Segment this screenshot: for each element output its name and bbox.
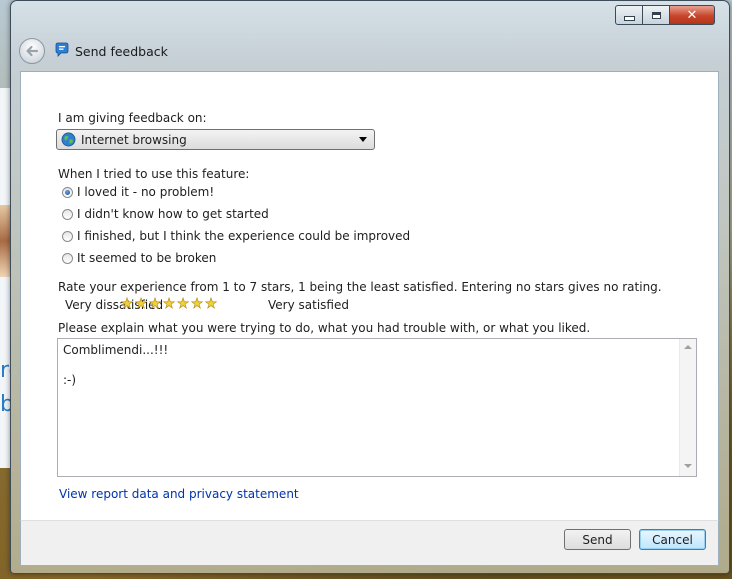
feedback-form: I am giving feedback on: Internet browsi… bbox=[20, 71, 719, 521]
star-icon[interactable]: ★ bbox=[176, 297, 190, 312]
cancel-button[interactable]: Cancel bbox=[639, 529, 706, 550]
radio-button[interactable] bbox=[62, 186, 73, 198]
feedback-icon bbox=[55, 42, 69, 57]
scroll-down-icon[interactable] bbox=[684, 464, 692, 468]
dialog-footer: Send Cancel bbox=[20, 520, 719, 566]
maximize-button[interactable] bbox=[643, 5, 670, 25]
radio-button[interactable] bbox=[62, 208, 73, 220]
minimize-button[interactable] bbox=[615, 5, 643, 25]
explanation-text[interactable]: Comblimendi...!!! :-) bbox=[63, 343, 168, 388]
star-icon[interactable]: ★ bbox=[148, 297, 162, 312]
radio-label: I finished, but I think the experience c… bbox=[77, 229, 411, 243]
close-icon: ✕ bbox=[686, 7, 698, 23]
radio-button[interactable] bbox=[62, 252, 73, 264]
back-arrow-icon bbox=[26, 45, 39, 57]
chevron-down-icon bbox=[359, 137, 367, 142]
radio-didnt-know-how[interactable]: I didn't know how to get started bbox=[62, 207, 269, 221]
rating-high-label: Very satisfied bbox=[268, 298, 349, 312]
star-icon[interactable]: ★ bbox=[190, 297, 204, 312]
rating-instructions: Rate your experience from 1 to 7 stars, … bbox=[58, 280, 662, 294]
explanation-textarea[interactable]: Comblimendi...!!! :-) bbox=[57, 338, 697, 477]
experience-label: When I tried to use this feature: bbox=[58, 167, 250, 181]
close-button[interactable]: ✕ bbox=[670, 5, 715, 25]
globe-icon bbox=[61, 132, 76, 147]
scroll-up-icon[interactable] bbox=[684, 345, 692, 349]
maximize-icon bbox=[651, 11, 661, 19]
background-photo bbox=[0, 205, 10, 277]
star-rating: ★ ★ ★ ★ ★ ★ ★ bbox=[120, 297, 218, 312]
feedback-feature-dropdown[interactable]: Internet browsing bbox=[56, 129, 375, 150]
radio-broken[interactable]: It seemed to be broken bbox=[62, 251, 216, 265]
star-icon[interactable]: ★ bbox=[120, 297, 134, 312]
radio-label: It seemed to be broken bbox=[77, 251, 217, 265]
selected-feature: Internet browsing bbox=[81, 132, 187, 147]
back-button[interactable] bbox=[19, 38, 45, 64]
radio-label: I loved it - no problem! bbox=[77, 185, 215, 199]
send-feedback-window: ✕ Send feedback I am giving feedback on:… bbox=[10, 0, 730, 574]
radio-could-be-improved[interactable]: I finished, but I think the experience c… bbox=[62, 229, 410, 243]
feedback-on-label: I am giving feedback on: bbox=[58, 111, 207, 125]
minimize-icon bbox=[623, 15, 635, 21]
window-title: Send feedback bbox=[75, 44, 168, 59]
star-icon[interactable]: ★ bbox=[204, 297, 218, 312]
radio-label: I didn't know how to get started bbox=[77, 207, 269, 221]
star-icon[interactable]: ★ bbox=[162, 297, 176, 312]
explanation-label: Please explain what you were trying to d… bbox=[58, 321, 591, 335]
radio-button[interactable] bbox=[62, 230, 73, 242]
privacy-statement-link[interactable]: View report data and privacy statement bbox=[59, 487, 299, 501]
send-button[interactable]: Send bbox=[564, 529, 631, 550]
textarea-scrollbar[interactable] bbox=[679, 339, 696, 476]
caption-buttons: ✕ bbox=[615, 5, 715, 25]
radio-loved-it[interactable]: I loved it - no problem! bbox=[62, 185, 214, 199]
star-icon[interactable]: ★ bbox=[134, 297, 148, 312]
